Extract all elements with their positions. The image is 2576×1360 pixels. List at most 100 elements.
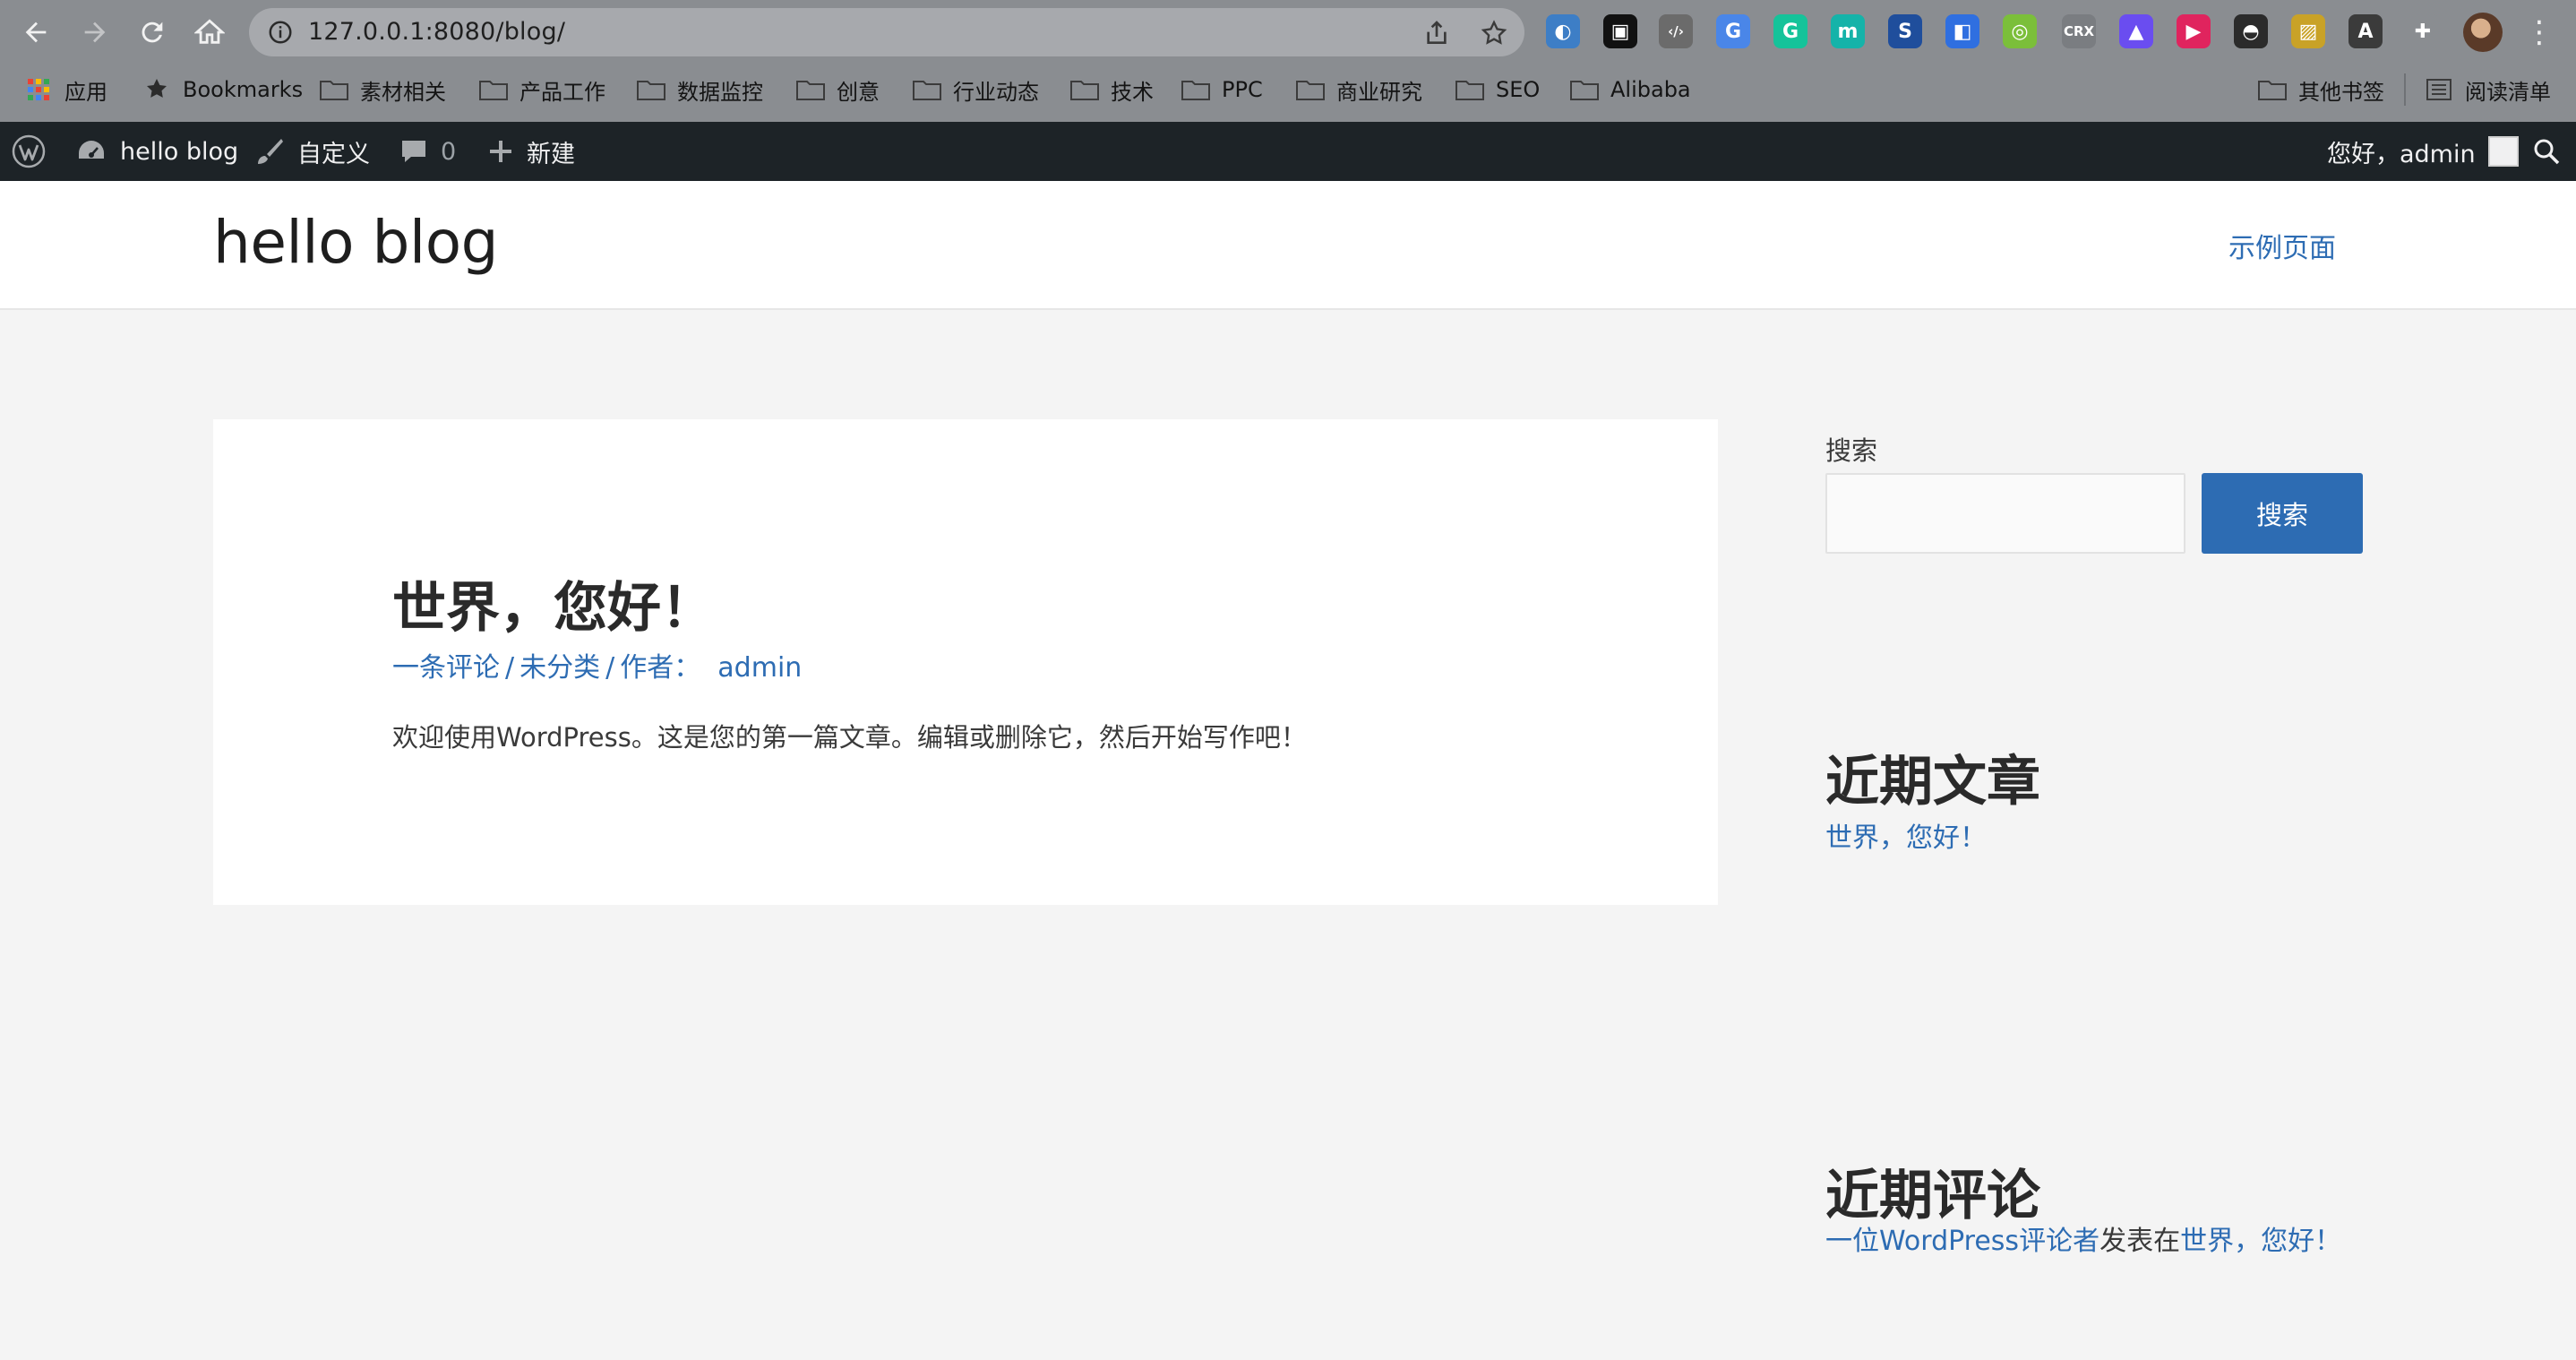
- folder-icon: [2258, 81, 2287, 100]
- browser-menu-icon[interactable]: ⋮: [2524, 14, 2555, 50]
- bookmark-item[interactable]: 应用: [23, 73, 107, 106]
- post-excerpt: 欢迎使用WordPress。这是您的第一篇文章。编辑或删除它，然后开始写作吧！: [392, 722, 1307, 753]
- ring-extension-icon[interactable]: ◎: [2003, 14, 2037, 48]
- folder-icon: [1070, 81, 1099, 100]
- puzzle-extension-icon[interactable]: ✚: [2406, 14, 2440, 48]
- site-title[interactable]: hello blog: [213, 208, 498, 277]
- peak-extension-icon[interactable]: ▲: [2119, 14, 2153, 48]
- bookmark-item[interactable]: PPC: [1181, 73, 1263, 106]
- arrow-right-icon: [84, 22, 106, 43]
- other-bookmarks[interactable]: 其他书签: [2257, 73, 2384, 106]
- recent-post-link[interactable]: 世界，您好！: [1825, 815, 1987, 855]
- code-extension-icon[interactable]: ‹/›: [1659, 14, 1693, 48]
- bookmark-label: 技术: [1111, 79, 1154, 105]
- bookmark-item[interactable]: Bookmarks: [142, 73, 303, 106]
- folder-icon: [637, 81, 665, 100]
- box-extension-icon[interactable]: ▣: [1603, 14, 1637, 48]
- adminbar-comments[interactable]: 0: [399, 122, 456, 181]
- spy-extension-icon[interactable]: ◓: [2234, 14, 2268, 48]
- folder-icon: [479, 81, 508, 100]
- nav-item-sample-page[interactable]: 示例页面: [2228, 226, 2336, 265]
- bookmark-item[interactable]: 创意: [795, 73, 880, 106]
- post-title[interactable]: 世界，您好！: [392, 564, 715, 642]
- post-author-link[interactable]: admin: [717, 652, 802, 684]
- forward-button[interactable]: [75, 13, 115, 52]
- comment-on-text: 发表在: [2099, 1226, 2181, 1257]
- user-avatar: [2487, 136, 2519, 167]
- bookmark-label: 行业动态: [953, 79, 1039, 105]
- post-category-link[interactable]: 未分类: [519, 652, 600, 684]
- image-extension-icon[interactable]: ▨: [2291, 14, 2325, 48]
- post-card: 世界，您好！ 一条评论 / 未分类 / 作者： admin 欢迎使用WordPress。…: [213, 419, 1718, 905]
- recent-posts-title: 近期文章: [1825, 751, 2040, 813]
- browser-chrome: 127.0.0.1:8080/blog/ ◐ ▣ ‹/› G Gm S ◧ ◎ CRX ▲ ▶ ◓ ▨ A…: [0, 0, 2576, 122]
- star-icon: [147, 79, 167, 98]
- font-extension-icon[interactable]: A: [2348, 14, 2383, 48]
- bookmark-label: 创意: [837, 79, 880, 105]
- s-extension-icon[interactable]: S: [1888, 14, 1922, 48]
- home-icon: [194, 19, 225, 44]
- folder-icon: [1570, 81, 1599, 100]
- bookmarks-divider: [2404, 73, 2406, 106]
- share-icon[interactable]: [1422, 19, 1451, 47]
- bookmark-label: 素材相关: [360, 79, 446, 105]
- edge-extension-icon[interactable]: ◐: [1546, 14, 1580, 48]
- reading-list-label: 阅读清单: [2465, 79, 2551, 105]
- sidebar-extension-icon[interactable]: ◧: [1945, 14, 1979, 48]
- comments-count: 0: [441, 137, 457, 166]
- post-comments-link[interactable]: 一条评论: [392, 652, 500, 684]
- crx-extension-icon[interactable]: CRX: [2062, 14, 2096, 48]
- adminbar-customize[interactable]: 自定义: [254, 122, 370, 181]
- adminbar-new[interactable]: 新建: [487, 122, 575, 181]
- reload-button[interactable]: [133, 13, 172, 52]
- bookmark-item[interactable]: 产品工作: [478, 73, 605, 106]
- arrow-left-icon: [25, 22, 47, 43]
- meta-separator: /: [505, 652, 515, 684]
- search-input[interactable]: [1825, 473, 2185, 554]
- brush-icon: [258, 139, 283, 164]
- adminbar-site-name[interactable]: hello blog: [75, 122, 238, 181]
- m-extension-icon[interactable]: m: [1831, 14, 1865, 48]
- home-button[interactable]: [190, 13, 229, 52]
- wp-logo-menu[interactable]: [11, 122, 47, 181]
- back-button[interactable]: [16, 13, 56, 52]
- new-label: 新建: [527, 140, 575, 168]
- info-icon[interactable]: [267, 19, 294, 46]
- bookmark-label: 数据监控: [677, 79, 763, 105]
- bookmark-item[interactable]: 素材相关: [319, 73, 446, 106]
- folder-icon: [1455, 81, 1484, 100]
- reading-list-icon: [2426, 79, 2451, 100]
- folder-icon: [796, 81, 825, 100]
- translate-extension-icon[interactable]: G: [1716, 14, 1750, 48]
- browser-toolbar: 127.0.0.1:8080/blog/ ◐ ▣ ‹/› G Gm S ◧ ◎ CRX ▲ ▶ ◓ ▨ A…: [0, 0, 2576, 65]
- url-text[interactable]: 127.0.0.1:8080/blog/: [308, 18, 565, 46]
- reading-list[interactable]: 阅读清单: [2424, 73, 2551, 106]
- bookmark-item[interactable]: 商业研究: [1295, 73, 1422, 106]
- adminbar-my-account[interactable]: 您好，admin: [2327, 122, 2519, 181]
- plus-icon: [490, 141, 511, 162]
- bookmark-item[interactable]: Alibaba: [1569, 73, 1691, 106]
- greeting-label: 您好，admin: [2327, 140, 2476, 168]
- folder-icon: [1181, 81, 1210, 100]
- bookmark-item[interactable]: SEO: [1455, 73, 1540, 106]
- bookmark-item[interactable]: 数据监控: [636, 73, 763, 106]
- bookmark-label: 商业研究: [1336, 79, 1422, 105]
- dashboard-icon: [79, 141, 104, 159]
- site-name-label: hello blog: [120, 137, 239, 166]
- comment-post-link[interactable]: 世界，您好！: [2180, 1226, 2341, 1257]
- search-button[interactable]: 搜索: [2202, 473, 2363, 554]
- search-label: 搜索: [1825, 435, 1878, 466]
- play-extension-icon[interactable]: ▶: [2177, 14, 2211, 48]
- comment-author-link[interactable]: 一位WordPress评论者: [1825, 1226, 2099, 1257]
- bookmark-item[interactable]: 行业动态: [912, 73, 1039, 106]
- folder-icon: [913, 81, 941, 100]
- grammarly-extension-icon[interactable]: G: [1773, 14, 1807, 48]
- address-bar[interactable]: 127.0.0.1:8080/blog/: [249, 8, 1524, 56]
- profile-avatar[interactable]: [2463, 13, 2503, 52]
- adminbar-search[interactable]: [2531, 122, 2562, 181]
- bookmark-label: Alibaba: [1610, 77, 1691, 102]
- meta-separator: /: [605, 652, 615, 684]
- bookmark-label: SEO: [1496, 77, 1541, 102]
- bookmark-item[interactable]: 技术: [1069, 73, 1154, 106]
- bookmark-star-icon[interactable]: [1480, 19, 1508, 47]
